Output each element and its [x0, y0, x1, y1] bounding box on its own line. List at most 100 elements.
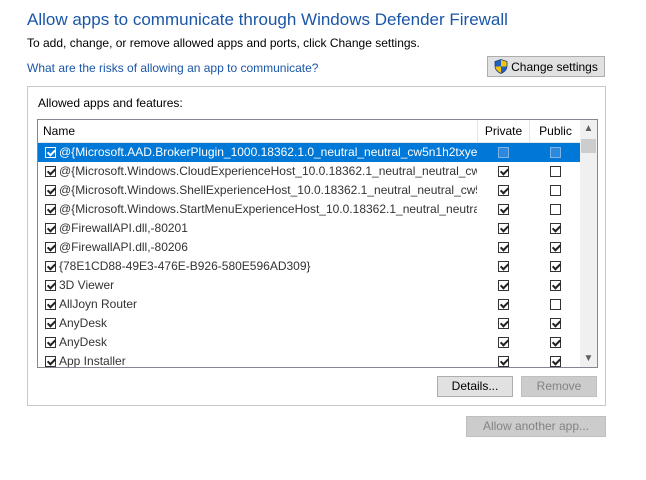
checkbox-box[interactable]	[550, 223, 561, 234]
table-row[interactable]: AnyDesk	[38, 314, 581, 333]
table-row[interactable]: @{Microsoft.AAD.BrokerPlugin_1000.18362.…	[38, 143, 581, 162]
checkbox-box[interactable]	[45, 299, 56, 310]
checkbox-box[interactable]	[550, 204, 561, 215]
app-enabled-checkbox[interactable]	[45, 147, 56, 158]
scroll-up-arrow-icon[interactable]: ▲	[580, 120, 597, 137]
checkbox-box[interactable]	[498, 223, 509, 234]
public-checkbox[interactable]	[550, 356, 561, 367]
column-header-public[interactable]: Public	[530, 120, 581, 142]
checkbox-box[interactable]	[498, 147, 509, 158]
checkbox-box[interactable]	[498, 242, 509, 253]
public-checkbox[interactable]	[550, 147, 561, 158]
private-checkbox[interactable]	[498, 147, 509, 158]
table-row[interactable]: AnyDesk	[38, 333, 581, 352]
app-enabled-checkbox[interactable]	[45, 223, 56, 234]
app-enabled-checkbox[interactable]	[45, 204, 56, 215]
checkbox-box[interactable]	[498, 356, 509, 367]
private-checkbox[interactable]	[498, 318, 509, 329]
checkbox-box[interactable]	[498, 318, 509, 329]
checkbox-box[interactable]	[45, 261, 56, 272]
checkbox-box[interactable]	[550, 185, 561, 196]
checkbox-box[interactable]	[498, 280, 509, 291]
risks-link[interactable]: What are the risks of allowing an app to…	[27, 61, 318, 75]
public-checkbox[interactable]	[550, 261, 561, 272]
table-row[interactable]: 3D Viewer	[38, 276, 581, 295]
checkbox-box[interactable]	[45, 147, 56, 158]
checkbox-box[interactable]	[498, 204, 509, 215]
private-checkbox[interactable]	[498, 337, 509, 348]
private-checkbox[interactable]	[498, 242, 509, 253]
checkbox-box[interactable]	[45, 242, 56, 253]
private-checkbox[interactable]	[498, 204, 509, 215]
page-title: Allow apps to communicate through Window…	[27, 10, 508, 29]
remove-button[interactable]: Remove	[521, 376, 597, 397]
checkbox-box[interactable]	[45, 337, 56, 348]
checkbox-box[interactable]	[45, 204, 56, 215]
app-name: AnyDesk	[59, 335, 108, 349]
private-checkbox[interactable]	[498, 185, 509, 196]
checkbox-box[interactable]	[498, 337, 509, 348]
table-row[interactable]: App Installer	[38, 352, 581, 367]
checkbox-box[interactable]	[498, 261, 509, 272]
public-checkbox[interactable]	[550, 204, 561, 215]
table-row[interactable]: @{Microsoft.Windows.StartMenuExperienceH…	[38, 200, 581, 219]
table-row[interactable]: @{Microsoft.Windows.CloudExperienceHost_…	[38, 162, 581, 181]
private-checkbox[interactable]	[498, 299, 509, 310]
private-checkbox[interactable]	[498, 261, 509, 272]
app-name: 3D Viewer	[59, 278, 115, 292]
public-checkbox[interactable]	[550, 166, 561, 177]
checkbox-box[interactable]	[550, 166, 561, 177]
checkbox-box[interactable]	[45, 318, 56, 329]
column-header-private[interactable]: Private	[478, 120, 530, 142]
public-checkbox[interactable]	[550, 223, 561, 234]
public-checkbox[interactable]	[550, 185, 561, 196]
checkbox-box[interactable]	[550, 242, 561, 253]
checkbox-box[interactable]	[550, 280, 561, 291]
checkbox-box[interactable]	[45, 223, 56, 234]
private-checkbox[interactable]	[498, 223, 509, 234]
checkbox-box[interactable]	[45, 166, 56, 177]
vertical-scrollbar[interactable]: ▲ ▼	[580, 120, 597, 367]
checkbox-box[interactable]	[550, 299, 561, 310]
scroll-down-arrow-icon[interactable]: ▼	[580, 350, 597, 367]
app-enabled-checkbox[interactable]	[45, 242, 56, 253]
table-row[interactable]: @FirewallAPI.dll,-80201	[38, 219, 581, 238]
checkbox-box[interactable]	[550, 356, 561, 367]
public-checkbox[interactable]	[550, 299, 561, 310]
app-enabled-checkbox[interactable]	[45, 299, 56, 310]
public-checkbox[interactable]	[550, 318, 561, 329]
app-enabled-checkbox[interactable]	[45, 166, 56, 177]
app-enabled-checkbox[interactable]	[45, 337, 56, 348]
public-checkbox[interactable]	[550, 242, 561, 253]
scroll-thumb[interactable]	[581, 139, 596, 153]
public-checkbox[interactable]	[550, 280, 561, 291]
private-checkbox[interactable]	[498, 356, 509, 367]
checkbox-box[interactable]	[550, 318, 561, 329]
change-settings-button[interactable]: Change settings	[487, 56, 605, 77]
checkbox-box[interactable]	[45, 280, 56, 291]
column-header-name[interactable]: Name	[38, 120, 478, 142]
app-enabled-checkbox[interactable]	[45, 261, 56, 272]
allow-another-app-button[interactable]: Allow another app...	[466, 416, 606, 437]
table-row[interactable]: @{Microsoft.Windows.ShellExperienceHost_…	[38, 181, 581, 200]
public-checkbox[interactable]	[550, 337, 561, 348]
app-enabled-checkbox[interactable]	[45, 356, 56, 367]
app-enabled-checkbox[interactable]	[45, 185, 56, 196]
private-checkbox[interactable]	[498, 280, 509, 291]
allowed-apps-list[interactable]: Name Private Public @{Microsoft.AAD.Brok…	[37, 119, 598, 368]
app-enabled-checkbox[interactable]	[45, 280, 56, 291]
table-row[interactable]: {78E1CD88-49E3-476E-B926-580E596AD309}	[38, 257, 581, 276]
checkbox-box[interactable]	[45, 356, 56, 367]
checkbox-box[interactable]	[550, 261, 561, 272]
details-button[interactable]: Details...	[437, 376, 513, 397]
checkbox-box[interactable]	[498, 299, 509, 310]
app-enabled-checkbox[interactable]	[45, 318, 56, 329]
private-checkbox[interactable]	[498, 166, 509, 177]
checkbox-box[interactable]	[550, 337, 561, 348]
checkbox-box[interactable]	[498, 185, 509, 196]
table-row[interactable]: AllJoyn Router	[38, 295, 581, 314]
checkbox-box[interactable]	[498, 166, 509, 177]
table-row[interactable]: @FirewallAPI.dll,-80206	[38, 238, 581, 257]
checkbox-box[interactable]	[45, 185, 56, 196]
checkbox-box[interactable]	[550, 147, 561, 158]
